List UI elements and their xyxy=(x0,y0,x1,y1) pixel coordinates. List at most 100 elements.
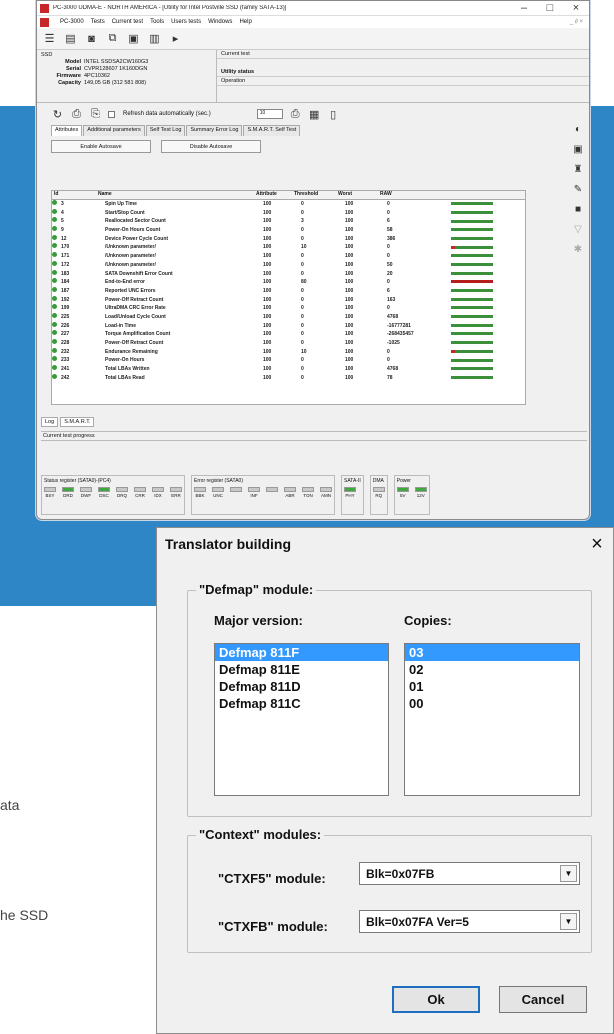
table-row[interactable]: 192 Power-Off Retract Count 100 0 100 163 xyxy=(52,295,525,305)
print-icon[interactable]: ▣ xyxy=(127,32,140,45)
close-icon[interactable]: × xyxy=(581,533,613,556)
attribute-worst: 100 xyxy=(345,209,354,216)
menu-tests[interactable]: Tests xyxy=(91,19,105,25)
table-row[interactable]: 171/Unknown parameter/100 0 100 0 xyxy=(52,252,525,261)
menu-users-tests[interactable]: Users tests xyxy=(171,19,201,25)
major-version-listbox[interactable]: Defmap 811F Defmap 811E Defmap 811D Defmap … xyxy=(214,643,389,796)
tab-summary-error-log[interactable]: Summary Error Log xyxy=(186,125,243,136)
copy-list-item[interactable]: 01 xyxy=(405,678,579,695)
attribute-worst: 100 xyxy=(345,331,354,338)
pin-icon[interactable]: ✱ xyxy=(572,243,584,255)
chart-icon[interactable]: ▦ xyxy=(308,108,321,121)
table-row[interactable]: 12 Device Power Cycle Count 100 0 100 386 xyxy=(52,234,525,244)
version-list-item[interactable]: Defmap 811C xyxy=(215,695,388,712)
menu-help[interactable]: Help xyxy=(239,19,251,25)
copies-listbox[interactable]: 03 02 01 00 xyxy=(404,643,580,796)
folder-icon[interactable]: ▤ xyxy=(64,32,77,45)
ctxf5-select[interactable]: Blk=0x07FB ▼ xyxy=(359,862,580,885)
refresh-checkbox[interactable] xyxy=(108,110,115,118)
menu-pc3000[interactable]: PC-3000 xyxy=(60,19,84,25)
column-threshold[interactable]: Threshold xyxy=(292,191,336,199)
table-row[interactable]: 4 Start/Stop Count 100 0 100 0 xyxy=(52,208,525,218)
table-row[interactable]: 3 Spin Up Time 100 0 100 0 xyxy=(52,200,525,209)
table-row[interactable]: 5 Reallocated Sector Count 100 3 100 6 xyxy=(52,217,525,226)
clipboard-icon[interactable]: ▯ xyxy=(327,108,340,121)
attribute-id: 228 xyxy=(61,340,70,346)
table-row[interactable]: 241 Total LBAs Written 100 0 100 4768 xyxy=(52,365,525,374)
table-row[interactable]: 183 SATA Downshift Error Count 100 0 100 20 xyxy=(52,269,525,279)
ctxfb-select[interactable]: Blk=0x07FA Ver=5 ▼ xyxy=(359,910,580,933)
copy-list-item[interactable]: 03 xyxy=(405,644,579,661)
column-worst[interactable]: Worst xyxy=(336,191,378,199)
enable-autosave-button[interactable]: Enable Autosave xyxy=(51,140,151,153)
menu-current-test[interactable]: Current test xyxy=(112,19,143,25)
tab-log[interactable]: Log xyxy=(41,417,59,427)
wand-icon[interactable]: ✎ xyxy=(572,183,584,195)
filter-icon[interactable]: ▽ xyxy=(572,223,584,235)
dma-leds: RQ xyxy=(372,487,385,498)
ctxfb-value: Blk=0x07FA Ver=5 xyxy=(366,914,469,929)
table-row[interactable]: 226 Load-in Time 100 0 100 -16777281 xyxy=(52,321,525,331)
factory-icon[interactable]: ♜ xyxy=(572,163,584,175)
major-version-label: Major version: xyxy=(214,613,303,628)
print-icon[interactable]: ⎙ xyxy=(289,108,302,121)
play-icon[interactable]: ▸ xyxy=(169,32,182,45)
chevron-down-icon[interactable]: ▼ xyxy=(560,865,577,882)
chart-icon[interactable]: ▥ xyxy=(148,32,161,45)
table-row[interactable]: 187 Reported UNC Errors 100 0 100 6 xyxy=(52,286,525,296)
table-row[interactable]: 225 Load/Unload Cycle Count 100 0 100 4768 xyxy=(52,312,525,322)
copy-list-item[interactable]: 02 xyxy=(405,661,579,678)
table-row[interactable]: 228 Power-Off Retract Count 100 0 100 -1025 xyxy=(52,339,525,348)
utility-status-label: Utility status xyxy=(217,68,589,77)
load-icon[interactable]: ⎘ xyxy=(89,108,102,121)
stop-icon[interactable]: ■ xyxy=(572,203,584,215)
minimize-button[interactable]: – xyxy=(511,2,537,14)
status-ok-icon xyxy=(52,243,57,249)
version-list-item[interactable]: Defmap 811D xyxy=(215,678,388,695)
cancel-button[interactable]: Cancel xyxy=(499,986,587,1013)
column-raw[interactable]: RAW xyxy=(378,191,436,199)
tab-smart[interactable]: S.M.A.R.T. xyxy=(60,417,95,427)
menu-tools[interactable]: Tools xyxy=(150,19,164,25)
chevron-down-icon[interactable]: ▼ xyxy=(560,913,577,930)
copy-icon[interactable]: ⧉ xyxy=(106,32,119,45)
table-row[interactable]: 227 Torque Amplification Count 100 0 100 -268… xyxy=(52,330,525,339)
save-icon[interactable]: ⎙ xyxy=(70,108,83,121)
volume-icon[interactable]: ◐ xyxy=(572,123,584,135)
column-attribute[interactable]: Attribute xyxy=(254,191,292,199)
close-button[interactable]: × xyxy=(563,2,589,14)
tab-smart-self-test[interactable]: S.M.A.R.T. Self Test xyxy=(243,125,301,136)
table-row[interactable]: 242 Total LBAs Read 100 0 100 78 xyxy=(52,373,525,383)
table-row[interactable]: 233 Power-On Hours 100 0 100 0 xyxy=(52,356,525,365)
settings-sliders-icon[interactable]: ☰ xyxy=(43,32,56,45)
column-name[interactable]: Name xyxy=(96,191,254,199)
tab-additional-parameters[interactable]: Additional parameters xyxy=(83,125,145,136)
table-row[interactable]: 199 UltraDMA CRC Error Rate 100 0 100 0 xyxy=(52,304,525,313)
tab-attributes[interactable]: Attributes xyxy=(51,125,83,136)
refresh-icon[interactable]: ↻ xyxy=(51,108,64,121)
table-row[interactable]: 170/Unknown parameter/100 10 100 0 xyxy=(52,243,525,252)
chip-icon[interactable]: ▣ xyxy=(572,143,584,155)
table-row[interactable]: 172/Unknown parameter/100 0 100 50 xyxy=(52,260,525,270)
maximize-button[interactable]: □ xyxy=(537,2,563,14)
drive-icon[interactable]: ◙ xyxy=(85,32,98,45)
ok-button[interactable]: Ok xyxy=(392,986,480,1013)
attribute-id: 199 xyxy=(61,305,70,312)
menu-windows[interactable]: Windows xyxy=(208,19,232,25)
version-list-item[interactable]: Defmap 811F xyxy=(215,644,388,661)
refresh-interval-input[interactable]: 10 xyxy=(256,109,283,119)
attribute-worst: 100 xyxy=(345,201,354,207)
bottom-tabs: Log S.M.A.R.T. xyxy=(41,417,95,427)
column-id[interactable]: Id xyxy=(52,191,96,199)
disable-autosave-button[interactable]: Disable Autosave xyxy=(161,140,261,153)
table-row[interactable]: 9 Power-On Hours Count 100 0 100 58 xyxy=(52,226,525,235)
tab-self-test-log[interactable]: Self Test Log xyxy=(145,125,186,136)
table-row[interactable]: 184 End-to-End error 100 80 100 0 xyxy=(52,278,525,287)
copy-list-item[interactable]: 00 xyxy=(405,695,579,712)
version-list-item[interactable]: Defmap 811E xyxy=(215,661,388,678)
table-row[interactable]: 232 Endurance Remaining 100 10 100 0 xyxy=(52,347,525,357)
attribute-worst: 100 xyxy=(345,357,354,364)
attribute-id: 184 xyxy=(61,279,70,286)
mdi-controls[interactable]: _ ∂ × xyxy=(570,19,589,25)
